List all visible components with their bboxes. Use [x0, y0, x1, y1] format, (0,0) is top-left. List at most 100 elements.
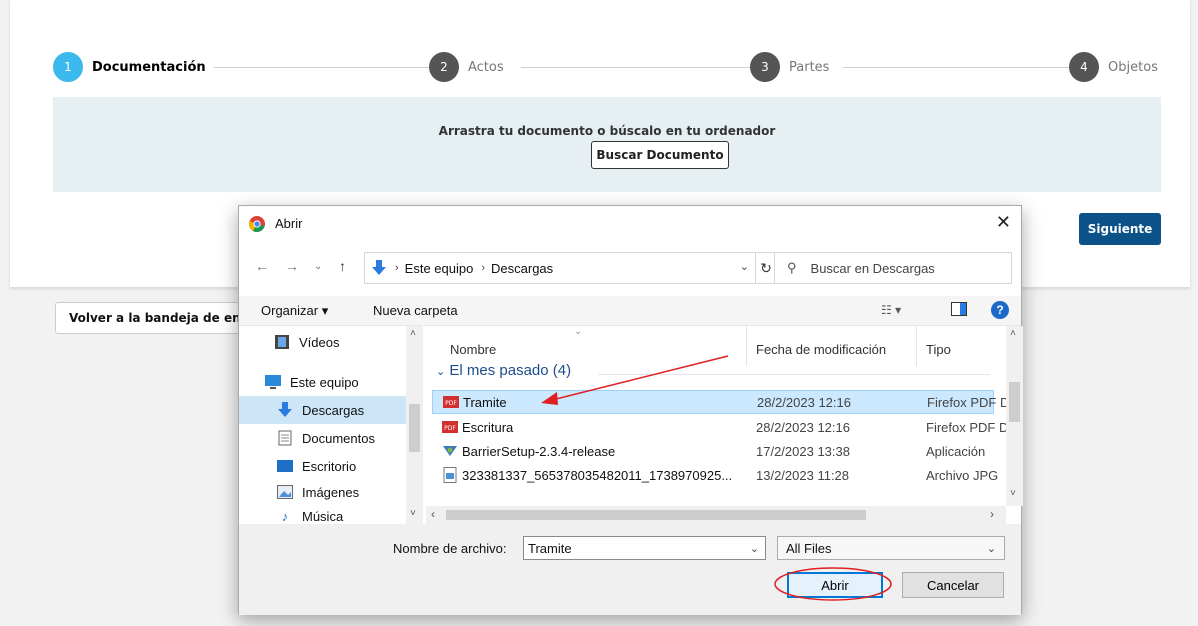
nav-item-videos[interactable]: Vídeos	[273, 328, 423, 356]
step-documentacion[interactable]: 1 Documentación	[53, 52, 214, 82]
file-name: 323381337_565378035482011_1738970925...	[462, 467, 733, 483]
nav-item-label: Música	[302, 508, 344, 524]
file-type-filter[interactable]: All Files ⌄	[777, 536, 1005, 560]
group-header[interactable]: ⌄ El mes pasado (4)	[436, 362, 571, 379]
breadcrumb-este-equipo[interactable]: Este equipo	[405, 261, 474, 276]
nueva-carpeta-button[interactable]: Nueva carpeta	[373, 303, 458, 318]
nav-item-label: Escritorio	[302, 458, 357, 474]
jpg-icon	[443, 467, 457, 483]
dialog-footer: Nombre de archivo: Tramite ⌄ All Files ⌄…	[239, 524, 1021, 615]
nav-item-documentos[interactable]: Documentos	[276, 424, 423, 452]
chrome-icon	[249, 216, 265, 232]
chevron-down-icon[interactable]: ⌄	[750, 542, 759, 555]
stepper-line	[521, 67, 750, 68]
breadcrumb-descargas[interactable]: Descargas	[491, 261, 553, 276]
file-row-jpg[interactable]: 323381337_565378035482011_1738970925... …	[432, 463, 998, 487]
column-header-name[interactable]: Nombre	[450, 342, 496, 357]
filename-value: Tramite	[528, 540, 572, 556]
file-date: 13/2/2023 11:28	[756, 467, 850, 483]
file-type: Firefox PDF D	[927, 394, 1010, 410]
scroll-down-icon[interactable]: ˅	[1010, 488, 1016, 499]
nav-scrollbar[interactable]: ˄ ˅	[406, 326, 423, 524]
volver-bandeja-button[interactable]: Volver a la bandeja de entrada	[55, 302, 255, 334]
organizar-menu[interactable]: Organizar ▾	[261, 303, 328, 319]
scroll-right-icon[interactable]: ›	[990, 507, 994, 521]
navigation-pane: Vídeos Este equipo Descargas Documentos …	[239, 326, 423, 524]
step-number: 3	[750, 52, 780, 82]
up-arrow-icon[interactable]: ↑	[339, 258, 346, 274]
file-row-barriersetup[interactable]: BarrierSetup-2.3.4-release 17/2/2023 13:…	[432, 439, 994, 463]
pdf-icon: PDF	[443, 396, 459, 408]
document-dropzone[interactable]: Arrastra tu documento o búscalo en tu or…	[53, 97, 1161, 192]
scroll-thumb[interactable]	[1009, 382, 1020, 422]
recent-dropdown-icon[interactable]: ⌄	[314, 261, 322, 272]
scroll-thumb[interactable]	[409, 404, 420, 452]
siguiente-button[interactable]: Siguiente	[1079, 213, 1161, 245]
nav-item-label: Documentos	[302, 430, 375, 446]
computer-icon	[264, 374, 282, 390]
stepper: 1 Documentación 2 Actos 3 Partes 4 Objet…	[53, 52, 1166, 82]
forward-arrow-icon[interactable]: →	[285, 258, 299, 274]
download-icon	[372, 260, 386, 275]
breadcrumb-separator-icon: ›	[395, 262, 399, 274]
column-header-date[interactable]: Fecha de modificación	[756, 342, 886, 357]
step-label: Actos	[468, 59, 512, 75]
stepper-line	[203, 67, 429, 68]
file-date: 17/2/2023 13:38	[756, 443, 850, 459]
scroll-down-icon[interactable]: ˅	[410, 508, 416, 519]
file-name: Escritura	[462, 419, 514, 435]
step-actos[interactable]: 2 Actos	[429, 52, 512, 82]
view-options-icon[interactable]: ☷ ▾	[881, 303, 901, 317]
step-number: 1	[53, 52, 83, 82]
column-divider	[916, 326, 917, 366]
chevron-down-icon[interactable]: ⌄	[740, 260, 749, 273]
file-type: Aplicación	[926, 443, 986, 459]
column-header-type[interactable]: Tipo	[926, 342, 951, 357]
step-partes[interactable]: 3 Partes	[750, 52, 838, 82]
cancelar-button[interactable]: Cancelar	[902, 572, 1004, 598]
file-type: Firefox PDF D	[926, 419, 1009, 435]
dialog-toolbar: Organizar ▾ Nueva carpeta ☷ ▾ ?	[239, 296, 1021, 326]
step-number: 2	[429, 52, 459, 82]
back-arrow-icon[interactable]: ←	[255, 258, 269, 274]
desktop-icon	[276, 458, 294, 474]
abrir-button[interactable]: Abrir	[787, 572, 883, 598]
pdf-icon: PDF	[442, 421, 458, 433]
scroll-up-icon[interactable]: ˄	[410, 328, 416, 339]
dialog-titlebar[interactable]: Abrir ✕	[239, 206, 1021, 242]
help-icon[interactable]: ?	[991, 301, 1009, 319]
step-number: 4	[1069, 52, 1099, 82]
filter-value: All Files	[786, 540, 832, 556]
file-row-escritura[interactable]: PDF Escritura 28/2/2023 12:16 Firefox PD…	[432, 415, 1008, 439]
step-objetos[interactable]: 4 Objetos	[1069, 52, 1166, 82]
group-label: El mes pasado (4)	[449, 362, 572, 379]
buscar-documento-button[interactable]: Buscar Documento	[591, 141, 729, 169]
preview-pane-icon[interactable]	[951, 302, 967, 319]
filename-input[interactable]: Tramite ⌄	[523, 536, 766, 560]
nav-item-musica[interactable]: ♪ Música	[276, 502, 423, 524]
file-name: Tramite	[463, 394, 507, 410]
address-bar[interactable]: › Este equipo › Descargas ⌄	[364, 252, 756, 284]
filename-label: Nombre de archivo:	[393, 541, 507, 556]
search-box[interactable]: ⚲ Buscar en Descargas	[774, 252, 1012, 284]
installer-icon	[443, 446, 457, 456]
file-row-tramite[interactable]: PDF Tramite 28/2/2023 12:16 Firefox PDF …	[432, 390, 1009, 414]
file-list-vscrollbar[interactable]: ˄ ˅	[1006, 326, 1023, 506]
search-placeholder: Buscar en Descargas	[810, 260, 935, 276]
scroll-up-icon[interactable]: ˄	[1010, 328, 1016, 339]
nav-item-label: Descargas	[302, 402, 365, 418]
file-list-hscrollbar[interactable]: ‹ ›	[426, 506, 1006, 524]
nav-item-descargas[interactable]: Descargas	[239, 396, 406, 424]
scroll-thumb[interactable]	[446, 510, 866, 520]
document-icon	[276, 430, 294, 446]
nav-item-label: Imágenes	[302, 484, 360, 500]
scroll-left-icon[interactable]: ‹	[431, 507, 435, 521]
close-icon[interactable]: ✕	[996, 212, 1011, 233]
nav-item-escritorio[interactable]: Escritorio	[276, 452, 423, 480]
film-icon	[273, 334, 291, 350]
refresh-icon[interactable]: ↻	[756, 252, 776, 284]
breadcrumb-separator-icon: ›	[481, 262, 486, 274]
nav-item-este-equipo[interactable]: Este equipo	[264, 368, 423, 396]
file-date: 28/2/2023 12:16	[756, 419, 850, 435]
search-icon: ⚲	[787, 260, 797, 275]
